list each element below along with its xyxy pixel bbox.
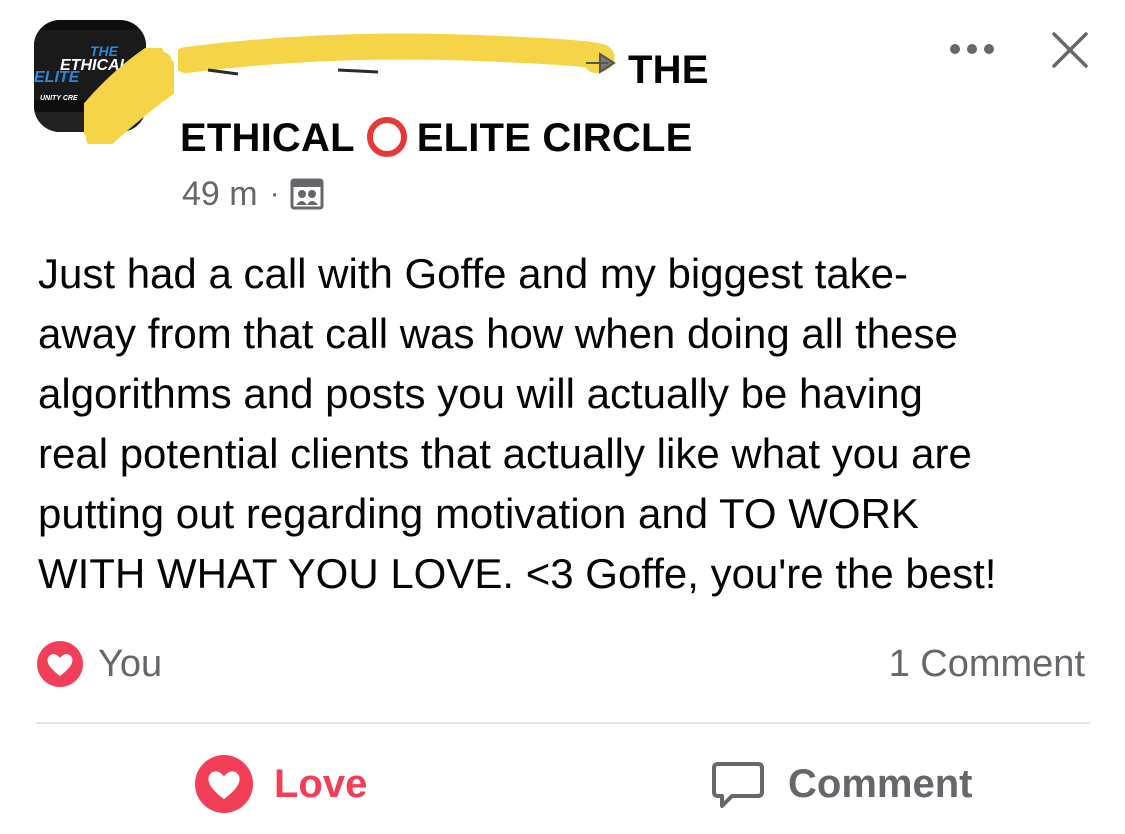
title-line-2: ETHICAL ELITE CIRCLE xyxy=(180,104,900,172)
logo-text-elite: ELITE xyxy=(34,69,81,86)
arrow-right-icon xyxy=(586,52,616,74)
logo-text-unity: UNITY CRE xyxy=(40,95,78,102)
title-line-1: THE xyxy=(180,36,900,104)
love-label: Love xyxy=(274,761,368,806)
divider xyxy=(36,722,1090,724)
love-button[interactable]: Love xyxy=(194,752,367,816)
close-icon[interactable] xyxy=(1046,26,1094,74)
comment-bubble-icon xyxy=(712,762,764,808)
group-icon xyxy=(290,178,324,210)
post-body-text: Just had a call with Goffe and my bigges… xyxy=(38,250,997,597)
redaction-scribble xyxy=(84,48,174,144)
post-meta: 49 m · xyxy=(182,172,324,216)
more-horizontal-icon xyxy=(950,44,994,54)
heart-icon xyxy=(195,755,253,813)
post-timestamp[interactable]: 49 m xyxy=(182,175,258,214)
post-header-title: THE ETHICAL ELITE CIRCLE xyxy=(180,36,900,172)
post-card: THE ETHICAL ELITE UNITY CRE THE ETHICAL … xyxy=(0,0,1125,834)
comment-count-link[interactable]: 1 Comment xyxy=(889,640,1085,688)
heart-reaction-icon xyxy=(37,641,83,687)
red-circle-icon xyxy=(366,117,407,157)
group-title-ethical[interactable]: ETHICAL xyxy=(180,116,355,160)
reacted-by-label: You xyxy=(98,642,163,685)
group-title-elite-circle[interactable]: ELITE CIRCLE xyxy=(417,116,693,160)
comment-button[interactable]: Comment xyxy=(708,752,972,816)
comment-label: Comment xyxy=(788,761,973,806)
more-options-button[interactable] xyxy=(946,34,998,64)
group-title-the[interactable]: THE xyxy=(628,48,709,92)
reactions-summary[interactable]: You xyxy=(36,640,162,688)
meta-separator: · xyxy=(269,177,280,210)
